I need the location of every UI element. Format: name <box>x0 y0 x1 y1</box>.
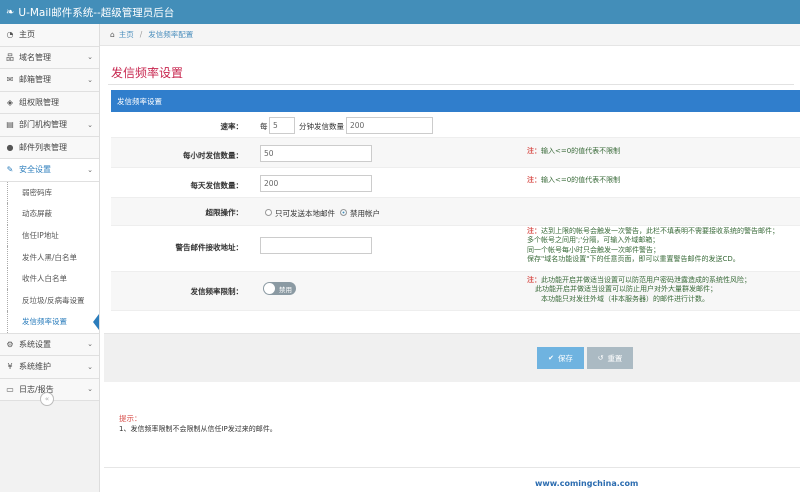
sidebar-item-label: 组权限管理 <box>19 97 59 107</box>
chevron-down-icon: ⌄ <box>87 75 93 84</box>
form-row-over-limit: 超限操作： 只可发送本地邮件 禁用帐户 <box>111 198 800 226</box>
rate-limit-toggle[interactable]: 禁用 <box>263 282 296 295</box>
sidebar-item-label: 域名管理 <box>19 52 51 62</box>
sidebar-item-mail-lists[interactable]: ● 邮件列表管理 <box>0 136 99 159</box>
check-icon: ✔ <box>548 354 554 362</box>
footer-divider <box>104 467 800 468</box>
tachometer-icon: ◔ <box>6 30 14 40</box>
sitemap-icon: 品 <box>6 52 14 62</box>
submenu-recipient-whitelist[interactable]: 收件人白名单 <box>7 267 99 290</box>
undo-icon: ↺ <box>597 354 604 362</box>
daily-limit-input[interactable]: 200 <box>260 175 372 192</box>
daily-note: 注：输入<=0的值代表不限制 <box>527 176 621 184</box>
submenu-antispam[interactable]: 反垃圾/反病毒设置 <box>7 289 99 312</box>
sidebar-item-label: 邮件列表管理 <box>19 142 67 152</box>
sidebar-item-label: 主页 <box>19 30 35 40</box>
tips-text: 1、发信频率限制不会限制从信任IP发过来的邮件。 <box>119 425 277 433</box>
rate-middle-text: 分钟发信数量 <box>299 122 344 131</box>
chevron-down-icon: ⌄ <box>87 385 93 394</box>
local-only-option-label: 只可发送本地邮件 <box>275 209 335 218</box>
submenu-sender-lists[interactable]: 发件人黑/白名单 <box>7 246 99 268</box>
rate-limit-note: 注：此功能开启并做适当设置可以防范用户密码泄露造成的系统性风险； 此功能开启并做… <box>527 276 751 303</box>
alert-address-input[interactable] <box>260 237 372 254</box>
breadcrumb: ⌂ 主页 / 发信频率配置 <box>100 24 800 46</box>
footer-link[interactable]: www.comingchina.com <box>535 479 638 488</box>
sidebar-collapse-button[interactable]: « <box>40 392 54 406</box>
disable-account-radio[interactable] <box>340 209 347 216</box>
breadcrumb-home-link[interactable]: 主页 <box>119 29 134 40</box>
title-divider <box>108 84 794 85</box>
gear-icon: ⚙ <box>6 339 14 349</box>
local-only-radio[interactable] <box>265 209 272 216</box>
breadcrumb-current[interactable]: 发信频率配置 <box>148 29 193 40</box>
submenu-trusted-ip[interactable]: 信任IP地址 <box>7 224 99 247</box>
alert-address-label: 警告邮件接收地址： <box>175 243 244 252</box>
rate-label: 速率： <box>220 122 244 131</box>
alert-note: 注：达到上限的帐号会触发一次警告，此栏不填表明不需要接收系统的警告邮件； 多个帐… <box>527 227 779 264</box>
tips-title: 提示： <box>119 414 142 423</box>
hourly-limit-input[interactable]: 50 <box>260 145 372 162</box>
form-row-hourly: 每小时发信数量： 50 注：输入<=0的值代表不限制 <box>111 138 800 168</box>
yen-icon: ¥ <box>7 362 13 372</box>
bar-chart-icon: ▤ <box>6 120 14 130</box>
submenu-weak-passwords[interactable]: 弱密码库 <box>7 181 99 204</box>
sidebar-item-label: 部门机构管理 <box>19 120 67 130</box>
toggle-label: 禁用 <box>279 285 292 294</box>
sidebar-item-label: 安全设置 <box>19 165 51 175</box>
sidebar-item-home[interactable]: ◔ 主页 <box>0 24 99 47</box>
home-icon: ⌂ <box>110 30 115 39</box>
chevron-down-icon: ⌄ <box>87 120 93 129</box>
over-limit-label: 超限操作： <box>205 208 244 217</box>
chevron-down-icon: ⌄ <box>87 340 93 349</box>
chevron-down-icon: ⌄ <box>87 53 93 62</box>
sidebar-item-maintenance[interactable]: ¥ 系统维护 ⌄ <box>0 356 99 379</box>
sidebar-item-system-settings[interactable]: ⚙ 系统设置 ⌄ <box>0 333 99 357</box>
top-bar: ❧ U-Mail邮件系统--超级管理员后台 <box>0 0 800 24</box>
chevron-down-icon: ⌄ <box>87 362 93 371</box>
page-title: 发信频率设置 <box>111 66 184 80</box>
rate-limit-label: 发信频率限制： <box>190 287 244 296</box>
envelope-icon: ✉ <box>6 75 14 85</box>
tags-icon: ◈ <box>6 97 14 107</box>
rate-prefix: 每 <box>260 122 268 131</box>
sidebar-item-label: 系统设置 <box>19 339 51 349</box>
user-icon: ● <box>6 142 14 152</box>
panel-header: 发信频率设置 <box>111 90 800 112</box>
desktop-icon: ▭ <box>6 384 14 394</box>
form-action-bar: ✔ 保存 ↺ 重置 <box>104 333 800 382</box>
submenu-send-rate[interactable]: 发信频率设置 <box>7 311 99 333</box>
panel-title: 发信频率设置 <box>117 96 162 106</box>
submenu-dynamic-block[interactable]: 动态屏蔽 <box>7 203 99 225</box>
rate-minutes-input[interactable]: 5 <box>269 117 295 134</box>
disable-account-option-label: 禁用帐户 <box>350 209 380 218</box>
sidebar-item-domains[interactable]: 品 域名管理 ⌄ <box>0 46 99 69</box>
sidebar-item-departments[interactable]: ▤ 部门机构管理 ⌄ <box>0 114 99 137</box>
sidebar-item-mailboxes[interactable]: ✉ 邮箱管理 ⌄ <box>0 69 99 92</box>
save-button[interactable]: ✔ 保存 <box>537 347 584 369</box>
app-title: U-Mail邮件系统--超级管理员后台 <box>18 6 175 19</box>
sidebar-item-groups[interactable]: ◈ 组权限管理 <box>0 91 99 114</box>
form-row-daily: 每天发信数量： 200 注：输入<=0的值代表不限制 <box>111 168 800 198</box>
wrench-icon: ✎ <box>6 165 14 175</box>
form-row-alert-address: 警告邮件接收地址： 注：达到上限的帐号会触发一次警告，此栏不填表明不需要接收系统… <box>111 226 800 272</box>
form-row-rate-limit: 发信频率限制： 禁用 注：此功能开启并做适当设置可以防范用户密码泄露造成的系统性… <box>111 272 800 311</box>
sidebar-item-label: 邮箱管理 <box>19 75 51 85</box>
security-submenu: 弱密码库 动态屏蔽 信任IP地址 发件人黑/白名单 收件人白名单 反垃圾/反病毒… <box>0 181 99 334</box>
chevron-down-icon: ⌄ <box>87 165 93 174</box>
hourly-limit-label: 每小时发信数量： <box>183 151 243 160</box>
sidebar-item-label: 系统维护 <box>19 362 51 372</box>
toggle-knob <box>264 283 275 294</box>
hourly-note: 注：输入<=0的值代表不限制 <box>527 147 621 155</box>
sidebar-item-security[interactable]: ✎ 安全设置 ⌄ <box>0 159 99 182</box>
breadcrumb-separator: / <box>139 30 143 39</box>
rate-count-input[interactable]: 200 <box>346 117 433 134</box>
form-row-rate: 速率： 每 5 分钟发信数量 200 <box>111 112 800 138</box>
reset-button[interactable]: ↺ 重置 <box>587 347 633 369</box>
sidebar: ◔ 主页 品 域名管理 ⌄ ✉ 邮箱管理 ⌄ ◈ 组权限管理 ▤ 部门机构管理 … <box>0 24 100 492</box>
double-chevron-left-icon: « <box>44 395 50 403</box>
leaf-logo-icon: ❧ <box>6 6 15 18</box>
daily-limit-label: 每天发信数量： <box>190 181 244 190</box>
